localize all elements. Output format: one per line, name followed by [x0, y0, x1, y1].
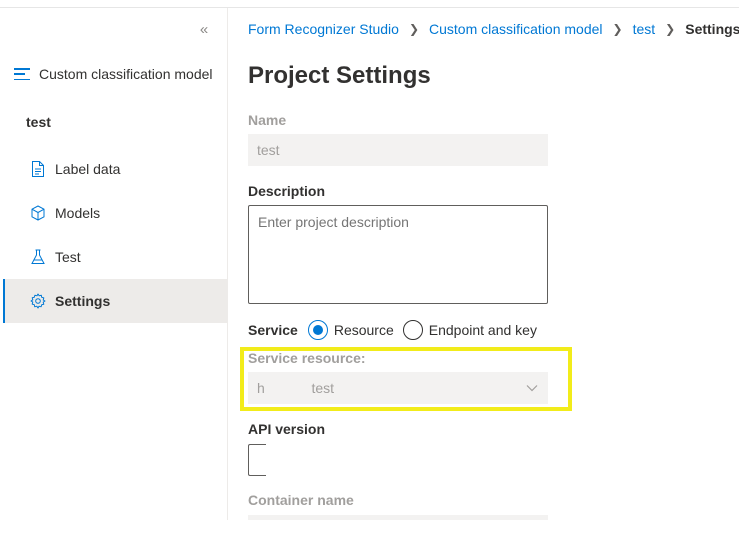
- description-label: Description: [248, 183, 326, 199]
- breadcrumb-link-model[interactable]: Custom classification model: [429, 21, 603, 37]
- flask-icon: [30, 249, 46, 265]
- description-field[interactable]: [248, 205, 548, 304]
- container-name-label: Container name: [248, 492, 354, 508]
- radio-unchecked-icon: [402, 320, 423, 340]
- sidebar-item-settings[interactable]: Settings: [3, 279, 228, 323]
- page-title: Project Settings: [248, 62, 431, 89]
- name-label: Name: [248, 112, 287, 128]
- chevron-right-icon: ❯: [408, 22, 420, 36]
- top-strip: [0, 0, 739, 8]
- breadcrumb-link-project[interactable]: test: [633, 21, 656, 37]
- radio-checked-icon: [307, 320, 328, 340]
- menu-lines-icon: [14, 68, 30, 80]
- breadcrumb-link-studio[interactable]: Form Recognizer Studio: [248, 21, 399, 37]
- chevron-right-icon: ❯: [612, 22, 623, 36]
- sidebar-item-label: Label data: [55, 161, 121, 177]
- service-resource-label: Service resource:: [248, 350, 366, 366]
- name-field: test: [248, 134, 548, 166]
- sidebar-nav: Label data Models Test Settings: [3, 147, 228, 323]
- service-radio-endpoint[interactable]: Endpoint and key: [402, 320, 537, 340]
- chevron-right-icon: ❯: [665, 22, 676, 36]
- sidebar-item-label: Settings: [55, 293, 111, 309]
- radio-label: Endpoint and key: [428, 322, 537, 338]
- api-version-dropdown[interactable]: [248, 444, 266, 476]
- radio-label: Resource: [333, 322, 394, 338]
- sidebar-item-label-data[interactable]: Label data: [4, 147, 228, 191]
- double-chevron-left-icon[interactable]: «: [196, 22, 212, 38]
- breadcrumb: Form Recognizer Studio ❯ Custom classifi…: [248, 21, 739, 37]
- api-version-label: API version: [248, 421, 326, 437]
- sidebar-item-label: Models: [55, 205, 101, 221]
- gear-icon: [30, 293, 46, 309]
- service-radio-resource[interactable]: Resource: [307, 320, 394, 340]
- service-row: Service Resource Endpoint and key: [248, 319, 546, 341]
- breadcrumb-current: Settings: [685, 21, 739, 37]
- service-resource-value: h test: [257, 380, 335, 396]
- sidebar: « Custom classification model test Label…: [0, 8, 228, 520]
- sidebar-item-test[interactable]: Test: [4, 235, 228, 279]
- sidebar-item-label: Test: [55, 249, 81, 265]
- sidebar-model-title: Custom classification model: [39, 66, 213, 82]
- chevron-down-icon: [525, 381, 539, 395]
- sidebar-project-name: test: [26, 114, 51, 130]
- bottom-cut: [0, 520, 739, 536]
- service-label: Service: [248, 322, 298, 338]
- service-resource-select: h test: [248, 372, 548, 404]
- sidebar-item-models[interactable]: Models: [4, 191, 228, 235]
- document-icon: [30, 161, 46, 177]
- sidebar-model-header[interactable]: Custom classification model: [14, 64, 213, 84]
- cube-icon: [30, 205, 46, 221]
